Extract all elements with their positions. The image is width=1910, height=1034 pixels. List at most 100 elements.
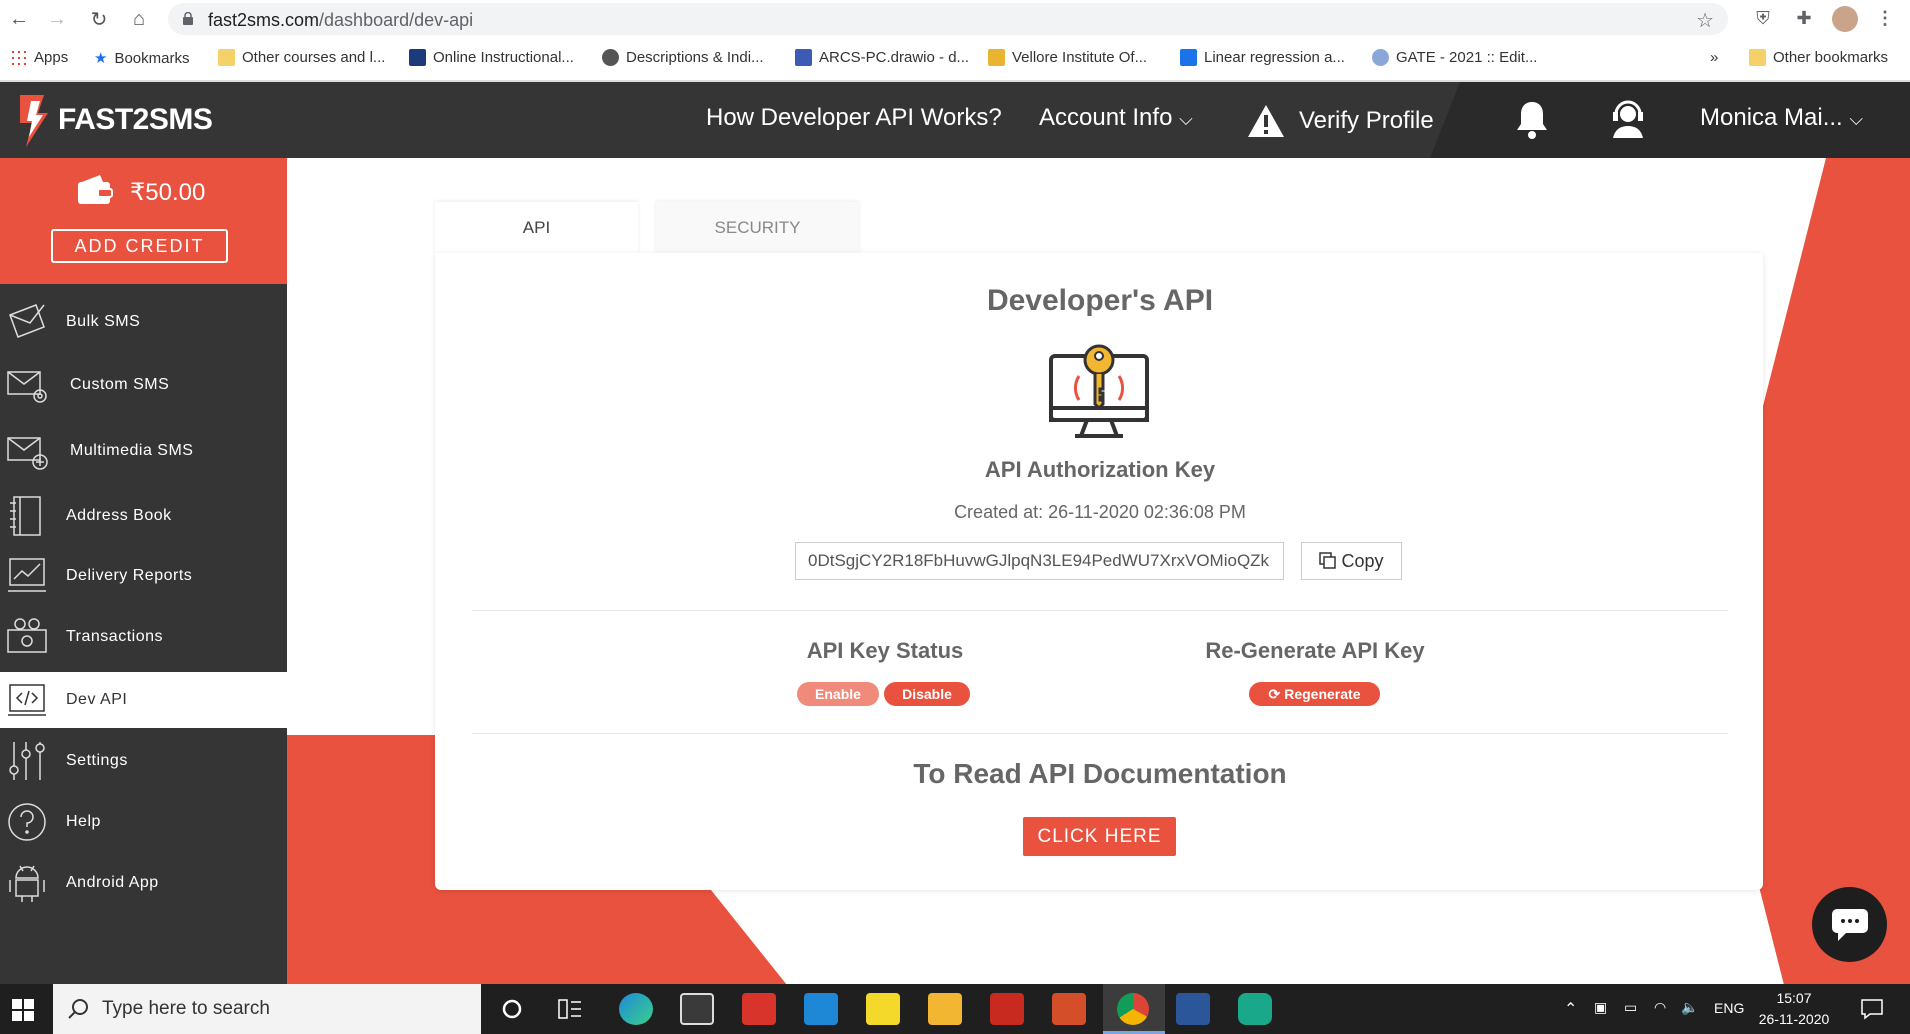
enable-button[interactable]: Enable xyxy=(797,682,879,706)
sidebar-item-android-app[interactable]: Android App xyxy=(0,855,287,911)
notification-icon[interactable] xyxy=(1860,998,1884,1020)
sidebar-item-label: Android App xyxy=(66,874,159,891)
task-view-icon[interactable] xyxy=(558,998,582,1020)
regenerate-button[interactable]: ⟳ Regenerate xyxy=(1249,682,1380,706)
acrobat-icon[interactable] xyxy=(990,993,1024,1025)
kaspersky-icon[interactable] xyxy=(1238,993,1272,1025)
bell-icon[interactable] xyxy=(1514,100,1550,140)
bookmark-linear-regression[interactable]: Linear regression a... xyxy=(1180,49,1345,66)
bolt-logo-icon xyxy=(20,95,48,147)
sidebar-item-label: Help xyxy=(66,813,101,830)
docs-title: To Read API Documentation xyxy=(913,758,1287,789)
bookmark-bookmarks[interactable]: ★ Bookmarks xyxy=(94,49,189,68)
click-here-button[interactable]: CLICK HERE xyxy=(1023,817,1176,856)
wallet-balance: ₹50.00 xyxy=(130,179,206,206)
sidebar-item-dev-api[interactable]: Dev API xyxy=(0,672,287,728)
nav-how-api-works[interactable]: How Developer API Works? xyxy=(706,104,1002,132)
back-icon[interactable]: ← xyxy=(6,6,32,32)
sidebar-item-help[interactable]: Help xyxy=(0,794,287,850)
star-icon: ★ xyxy=(94,50,108,67)
tab-security[interactable]: SECURITY xyxy=(656,202,859,254)
drawio-icon xyxy=(795,49,812,66)
api-key-monitor-icon xyxy=(1049,344,1149,438)
bookmark-gate[interactable]: GATE - 2021 :: Edit... xyxy=(1372,49,1537,66)
bookmark-apps[interactable]: Apps xyxy=(10,49,68,66)
bookmarks-more[interactable]: » xyxy=(1710,49,1718,66)
shield-extension-icon[interactable]: ⛨ xyxy=(1752,8,1774,30)
url-text: fast2sms.com/dashboard/dev-api xyxy=(208,10,474,30)
add-credit-button[interactable]: ADD CREDIT xyxy=(51,229,228,263)
store-icon[interactable] xyxy=(680,993,714,1025)
bookmark-other[interactable]: Other bookmarks xyxy=(1749,49,1888,66)
clock-time[interactable]: 15:07 xyxy=(1758,990,1830,1006)
tray-chevron-icon[interactable]: ⌃ xyxy=(1564,999,1577,1019)
disable-button[interactable]: Disable xyxy=(884,682,970,706)
bookmark-online-instructional[interactable]: Online Instructional... xyxy=(409,49,574,66)
uis-icon xyxy=(409,49,426,66)
divider xyxy=(472,733,1728,734)
windows-taskbar: Type here to search ⌃ ▣ ▭ ◠ 🔈 ENG 15:07 … xyxy=(0,984,1910,1034)
word-icon[interactable] xyxy=(1176,993,1210,1025)
copy-button[interactable]: Copy xyxy=(1301,542,1402,580)
sidebar-item-delivery-reports[interactable]: Delivery Reports xyxy=(0,548,287,604)
bookmark-star-icon[interactable]: ☆ xyxy=(1696,8,1714,33)
warning-icon xyxy=(1248,105,1284,137)
globe-icon xyxy=(602,49,619,66)
chevron-down-icon: ⌵ xyxy=(1849,109,1864,129)
address-bar[interactable]: fast2sms.com/dashboard/dev-api ☆ xyxy=(168,3,1728,35)
api-key-field[interactable]: 0DtSgjCY2R18FbHuvwGJlpqN3LE94PedWU7XrxVO… xyxy=(795,542,1284,580)
sidebar-item-address-book[interactable]: Address Book xyxy=(0,488,287,544)
chrome-taskbar-active[interactable] xyxy=(1103,984,1165,1034)
battery-icon[interactable]: ▭ xyxy=(1624,999,1637,1016)
wallet-icon xyxy=(78,175,113,204)
sidebar-item-bulk-sms[interactable]: Bulk SMS xyxy=(0,294,287,350)
tab-api[interactable]: API xyxy=(435,202,638,254)
reader-icon[interactable] xyxy=(742,993,776,1025)
puzzle-extension-icon[interactable]: ✚ xyxy=(1793,8,1815,30)
gate-icon xyxy=(1372,49,1389,66)
bookmark-descriptions[interactable]: Descriptions & Indi... xyxy=(602,49,764,66)
clock-date[interactable]: 26-11-2020 xyxy=(1758,1011,1830,1027)
bookmark-arcs-drawio[interactable]: ARCS-PC.drawio - d... xyxy=(795,49,969,66)
a-icon xyxy=(1180,49,1197,66)
volume-icon[interactable]: 🔈 xyxy=(1681,999,1698,1016)
powerpoint-icon[interactable] xyxy=(1052,993,1086,1025)
home-icon[interactable]: ⌂ xyxy=(126,6,152,32)
taskbar-search[interactable]: Type here to search xyxy=(53,984,481,1034)
copy-icon xyxy=(1319,552,1337,569)
sidebar-item-custom-sms[interactable]: Custom SMS xyxy=(0,357,287,413)
edge-icon[interactable] xyxy=(619,993,653,1025)
wifi-icon[interactable]: ◠ xyxy=(1654,999,1666,1016)
mail-icon[interactable] xyxy=(804,993,838,1025)
sidebar-item-multimedia-sms[interactable]: Multimedia SMS xyxy=(0,423,287,479)
code-icon xyxy=(8,684,46,716)
envelope-plus-icon xyxy=(7,437,48,470)
tray-meet-icon[interactable]: ▣ xyxy=(1594,999,1607,1016)
api-key-title: API Authorization Key xyxy=(984,457,1216,482)
nav-verify-profile[interactable]: Verify Profile xyxy=(1247,104,1434,138)
chat-widget-button[interactable] xyxy=(1812,887,1887,962)
nav-account-info[interactable]: Account Info ⌵ xyxy=(1039,104,1193,132)
bookmark-other-courses[interactable]: Other courses and l... xyxy=(218,49,385,66)
chat-bubble-icon xyxy=(1831,908,1868,941)
support-agent-icon[interactable] xyxy=(1609,98,1647,140)
language-indicator[interactable]: ENG xyxy=(1714,1000,1744,1016)
profile-avatar[interactable] xyxy=(1832,6,1858,32)
sticky-notes-icon[interactable] xyxy=(866,993,900,1025)
user-menu[interactable]: Monica Mai... ⌵ xyxy=(1700,104,1863,132)
sidebar-item-settings[interactable]: Settings xyxy=(0,733,287,789)
windows-start-icon[interactable] xyxy=(12,999,34,1021)
menu-icon[interactable]: ⋮ xyxy=(1874,8,1896,30)
reload-icon[interactable]: ↻ xyxy=(86,6,112,32)
page-title: Developer's API xyxy=(986,284,1214,317)
chrome-icon xyxy=(1117,993,1149,1025)
forward-icon[interactable]: → xyxy=(44,6,70,32)
fast2sms-logo[interactable]: FAST2SMS xyxy=(14,90,213,150)
bookmark-vellore[interactable]: Vellore Institute Of... xyxy=(988,49,1147,66)
cortana-icon[interactable] xyxy=(501,998,523,1020)
money-icon xyxy=(7,618,47,653)
sidebar-item-transactions[interactable]: Transactions xyxy=(0,609,287,665)
browser-toolbar: ← → ↻ ⌂ fast2sms.com/dashboard/dev-api ☆… xyxy=(0,0,1910,37)
bookmarks-bar: Apps ★ Bookmarks Other courses and l... O… xyxy=(0,44,1910,72)
file-explorer-icon[interactable] xyxy=(928,993,962,1025)
